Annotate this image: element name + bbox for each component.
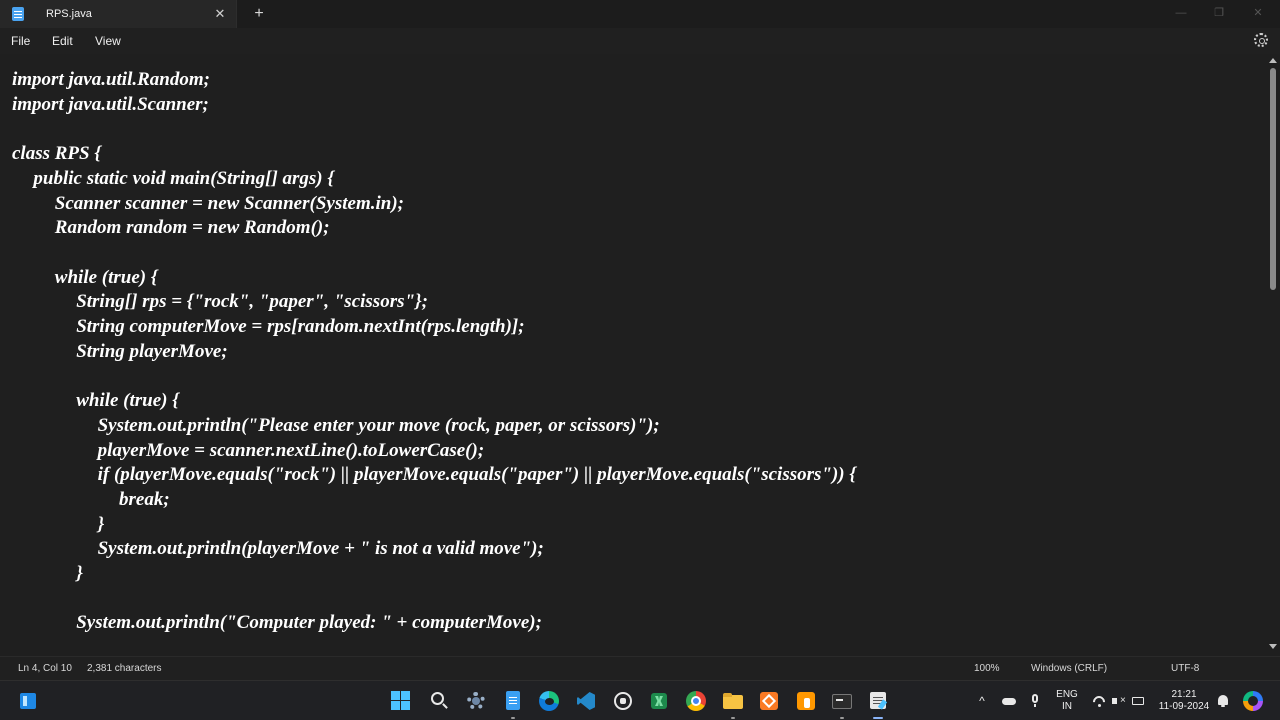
menu-edit[interactable]: Edit bbox=[52, 34, 73, 48]
code-line[interactable]: while (true) { bbox=[55, 266, 158, 290]
character-count: 2,381 characters bbox=[87, 663, 162, 674]
widgets-icon[interactable] bbox=[20, 693, 36, 709]
battery-icon[interactable] bbox=[1131, 694, 1145, 708]
tab-title: RPS.java bbox=[46, 8, 92, 20]
notification-bell-icon[interactable] bbox=[1216, 694, 1230, 708]
code-line[interactable]: System.out.println(playerMove + " is not… bbox=[98, 537, 544, 561]
zoom-level[interactable]: 100% bbox=[974, 663, 1000, 674]
edge-icon[interactable] bbox=[538, 690, 560, 712]
wifi-icon[interactable] bbox=[1090, 693, 1108, 711]
whatsapp-icon[interactable] bbox=[612, 690, 634, 712]
code-line[interactable]: System.out.println("Please enter your mo… bbox=[98, 414, 660, 438]
menu-view[interactable]: View bbox=[95, 34, 121, 48]
text-editor[interactable]: import java.util.Random; import java.util… bbox=[0, 54, 1266, 654]
line-ending[interactable]: Windows (CRLF) bbox=[1031, 663, 1107, 674]
scroll-thumb[interactable] bbox=[1270, 68, 1276, 290]
title-bar: RPS.java ✕ + — ❐ ✕ bbox=[0, 0, 1280, 28]
menu-file[interactable]: File bbox=[11, 34, 30, 48]
maximize-button[interactable]: ❐ bbox=[1210, 5, 1228, 21]
chrome-icon[interactable] bbox=[685, 690, 707, 712]
new-tab-button[interactable]: + bbox=[250, 5, 268, 23]
code-line[interactable]: } bbox=[76, 562, 83, 586]
terminal-icon[interactable] bbox=[831, 690, 853, 712]
code-line[interactable]: import java.util.Scanner; bbox=[12, 93, 209, 117]
scroll-down-icon[interactable] bbox=[1269, 644, 1277, 649]
tab-rps-java[interactable]: RPS.java ✕ bbox=[0, 0, 237, 28]
code-line[interactable]: class RPS { bbox=[12, 142, 101, 166]
file-explorer-icon[interactable] bbox=[722, 690, 744, 712]
vertical-scrollbar[interactable] bbox=[1266, 54, 1280, 654]
code-line[interactable]: String playerMove; bbox=[76, 340, 227, 364]
tab-close-icon[interactable]: ✕ bbox=[212, 6, 228, 22]
excel-icon[interactable] bbox=[648, 690, 670, 712]
windows-start-icon[interactable] bbox=[390, 690, 412, 712]
minimize-button[interactable]: — bbox=[1172, 5, 1190, 21]
notepad-taskbar-icon[interactable] bbox=[502, 690, 524, 712]
encoding[interactable]: UTF-8 bbox=[1171, 663, 1199, 674]
microphone-icon[interactable] bbox=[1028, 694, 1042, 708]
status-bar: Ln 4, Col 10 2,381 characters 100% Windo… bbox=[0, 656, 1280, 680]
code-line[interactable]: if (playerMove.equals("rock") || playerM… bbox=[98, 463, 856, 487]
volume-muted-icon[interactable]: × bbox=[1111, 694, 1126, 708]
notepad-icon bbox=[12, 7, 24, 21]
sublime-icon[interactable] bbox=[795, 690, 817, 712]
language-indicator[interactable]: ENG IN bbox=[1054, 689, 1080, 713]
code-line[interactable]: String[] rps = {"rock", "paper", "scisso… bbox=[76, 290, 428, 314]
clock[interactable]: 21:21 11-09-2024 bbox=[1156, 689, 1212, 713]
taskbar: ^ ENG IN × 21:21 11-09-2024 bbox=[0, 680, 1280, 720]
code-line[interactable]: String computerMove = rps[random.nextInt… bbox=[76, 315, 524, 339]
scroll-up-icon[interactable] bbox=[1269, 58, 1277, 63]
settings-app-icon[interactable] bbox=[465, 690, 487, 712]
cursor-position: Ln 4, Col 10 bbox=[18, 663, 72, 674]
code-line[interactable]: break; bbox=[119, 488, 170, 512]
search-icon[interactable] bbox=[428, 690, 450, 712]
close-button[interactable]: ✕ bbox=[1249, 5, 1267, 21]
xampp-icon[interactable] bbox=[758, 690, 780, 712]
code-line[interactable]: while (true) { bbox=[76, 389, 179, 413]
code-line[interactable]: System.out.println("Computer played: " +… bbox=[76, 611, 542, 635]
settings-icon[interactable] bbox=[1254, 33, 1268, 47]
onedrive-icon[interactable] bbox=[1002, 694, 1016, 708]
code-line[interactable]: Scanner scanner = new Scanner(System.in)… bbox=[55, 192, 404, 216]
code-line[interactable]: public static void main(String[] args) { bbox=[33, 167, 334, 191]
tray-overflow-icon[interactable]: ^ bbox=[975, 694, 989, 708]
vscode-icon[interactable] bbox=[575, 690, 597, 712]
copilot-icon[interactable] bbox=[1242, 690, 1264, 712]
notepad-active-icon[interactable] bbox=[867, 690, 889, 712]
code-line[interactable]: import java.util.Random; bbox=[12, 68, 210, 92]
code-line[interactable]: Random random = new Random(); bbox=[55, 216, 330, 240]
code-line[interactable]: } bbox=[98, 513, 105, 537]
menu-bar: File Edit View bbox=[0, 28, 1280, 54]
code-line[interactable]: playerMove = scanner.nextLine().toLowerC… bbox=[98, 439, 485, 463]
